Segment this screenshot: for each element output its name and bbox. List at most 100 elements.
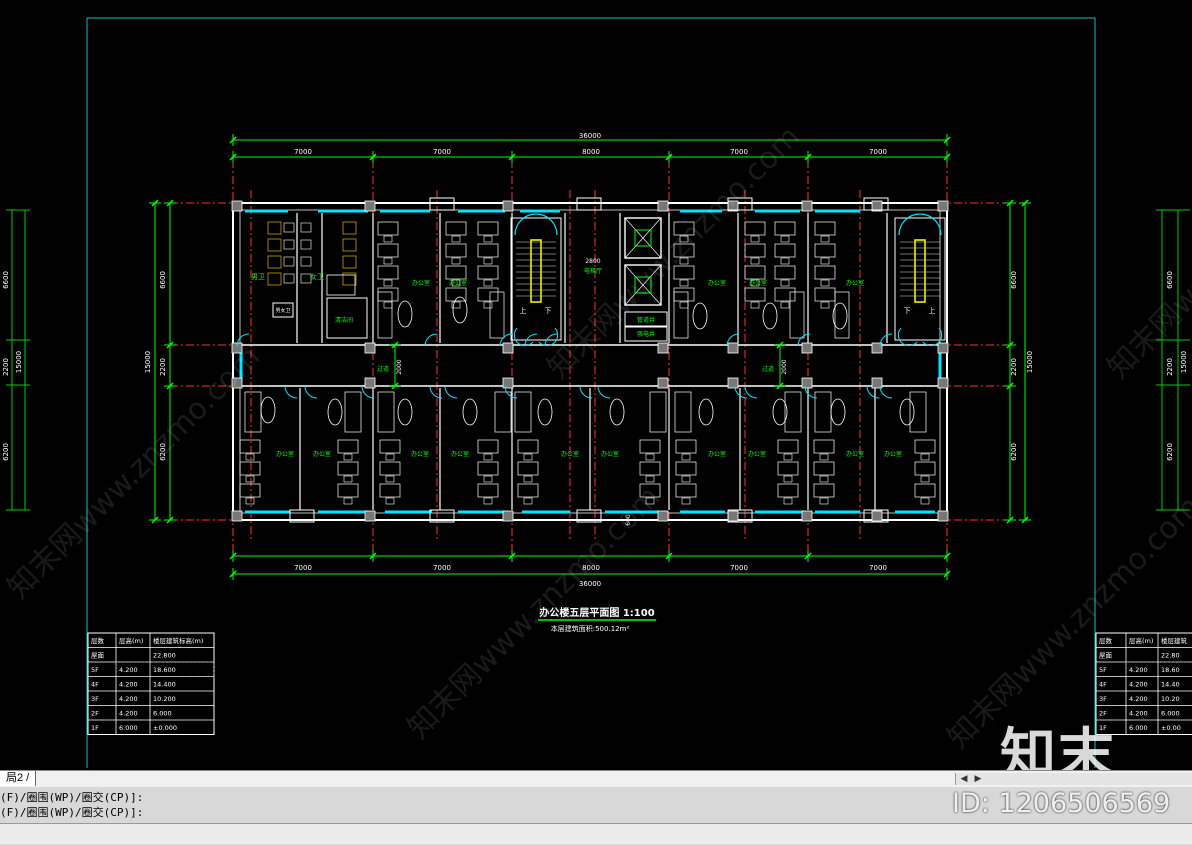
room-label-shaft-1: 管道井 xyxy=(637,316,655,324)
cabinet-north-4 xyxy=(789,291,805,339)
chair-n1-3 xyxy=(383,301,393,309)
dim-bottom-seg-2: 7000 xyxy=(433,564,451,572)
door-north-1 xyxy=(424,333,438,347)
desk-s1-0 xyxy=(239,439,261,454)
stair-handrail-right xyxy=(914,239,926,303)
chair-s10-1 xyxy=(920,475,930,483)
desk-s10-2 xyxy=(914,483,936,498)
table-border-left xyxy=(87,632,215,735)
room-label-womens-wc: 女卫 xyxy=(310,272,324,281)
stair-curve-right xyxy=(898,213,942,236)
toilet-women-1 xyxy=(342,221,357,235)
room-label-mens-wc: 男卫 xyxy=(251,273,265,281)
column-3-6 xyxy=(871,510,883,522)
cabinet-north-1 xyxy=(377,291,393,339)
chair-n5-1 xyxy=(820,257,830,265)
floor-elevation-table: 层数 层高(m) 楼层建筑标高(m) 屋面 22.800 5F 4.200 18.600 4F 4… xyxy=(87,632,215,735)
chair-s6-0 xyxy=(645,453,655,461)
horizontal-scrollbar[interactable]: ◀ ▶ xyxy=(955,773,1192,785)
desk-s9-1 xyxy=(813,461,835,476)
command-history-line-2: (F)/圈围(WP)/圈交(CP)]: xyxy=(0,806,144,819)
desk-n5-3 xyxy=(814,287,836,302)
room-label-office-s9: 办公室 xyxy=(846,450,864,458)
stair-up-left: 上 xyxy=(520,306,527,315)
scroll-left-icon[interactable]: ◀ xyxy=(958,773,970,785)
desk-n2b-3 xyxy=(477,287,499,302)
urinal-1 xyxy=(283,222,295,233)
urinal-2 xyxy=(283,239,295,250)
column-2-4 xyxy=(727,377,739,389)
table-cell-right-0-0: 屋面 xyxy=(1099,652,1113,660)
stair-door-b-left xyxy=(538,327,559,347)
watermark-layer: 知末网www.znzmo.com 知末网www.znzmo.com 知末网www… xyxy=(1,119,1192,755)
desk-n4-0 xyxy=(744,221,766,236)
room-label-office-s6: 办公室 xyxy=(601,450,619,458)
dim-left-seg-1: 6600 xyxy=(159,271,167,289)
tab-layout-2[interactable]: 局2 / xyxy=(0,771,37,786)
chair-s7-0 xyxy=(681,453,691,461)
table-cell-left-5-2: ±0.000 xyxy=(153,724,177,732)
scroll-right-icon[interactable]: ▶ xyxy=(972,773,984,785)
room-label-office-n5: 办公室 xyxy=(846,279,864,287)
column-2-2 xyxy=(502,377,514,389)
room-label-office-s5: 办公室 xyxy=(561,450,579,458)
column-1-1 xyxy=(364,342,376,354)
plant-south-7 xyxy=(698,398,714,426)
dim-top-seg-2: 7000 xyxy=(433,148,451,156)
table-header-right-1: 层高(m) xyxy=(1129,636,1153,645)
room-label-elevator-hall: 电梯厅 xyxy=(584,267,602,275)
cabinet-7 xyxy=(674,391,692,433)
column-2-7 xyxy=(937,377,949,389)
table-cell-left-5-1: 6.000 xyxy=(119,724,138,732)
chair-s1-0 xyxy=(245,453,255,461)
chair-n2b-2 xyxy=(483,279,493,287)
table-cell-right-2-2: 14.40 xyxy=(1161,681,1180,689)
desk-s2-1 xyxy=(337,461,359,476)
desk-s2-0 xyxy=(337,439,359,454)
chair-s9-2 xyxy=(819,497,829,505)
right-sheet-dim-text-1: 2200 xyxy=(1166,358,1174,376)
door-south-5 xyxy=(444,385,458,399)
cad-viewport[interactable]: 6600 2200 15000 6200 6600 2200 15000 6200 3600… xyxy=(0,0,1192,770)
area-note: 本层建筑面积:500.12m² xyxy=(551,624,630,633)
dim-top-seg-5: 7000 xyxy=(869,148,887,156)
column-2-5 xyxy=(801,377,813,389)
dim-right-seg-2: 2200 xyxy=(1010,358,1018,376)
table-cell-right-2-1: 4.200 xyxy=(1129,681,1148,689)
floor-plan-drawing[interactable]: 6600 2200 15000 6200 6600 2200 15000 6200 3600… xyxy=(0,0,1192,770)
table-cell-right-0-2: 22.80 xyxy=(1161,652,1180,660)
command-history-line-1: (F)/圈围(WP)/圈交(CP)]: xyxy=(0,791,144,804)
table-cell-left-4-0: 2F xyxy=(91,710,99,718)
dim-top-total: 36000 xyxy=(579,132,601,140)
stair-down-right: 下 xyxy=(904,307,911,315)
chair-s4-1 xyxy=(483,475,493,483)
column-0-2 xyxy=(502,200,514,212)
chair-s3-0 xyxy=(385,453,395,461)
table-cell-left-1-1: 4.200 xyxy=(119,666,138,674)
room-label-office-s2: 办公室 xyxy=(313,450,331,458)
command-input[interactable] xyxy=(0,823,1192,844)
plant-south-3 xyxy=(397,398,413,426)
chair-n1-1 xyxy=(383,257,393,265)
cabinet-9 xyxy=(814,391,832,433)
desk-s9-2 xyxy=(813,483,835,498)
table-cell-right-3-1: 4.200 xyxy=(1129,695,1148,703)
left-sheet-dim-text-0: 6600 xyxy=(2,271,10,289)
right-sheet-dimension-lines: 6600 2200 15000 6200 xyxy=(1156,209,1190,511)
dim-bottom-seg-5: 7000 xyxy=(869,564,887,572)
cabinet-10 xyxy=(909,391,927,433)
door-south-1 xyxy=(284,385,298,399)
plant-south-9 xyxy=(830,398,846,426)
plant-south-2 xyxy=(327,398,343,426)
column-3-4 xyxy=(727,510,739,522)
chair-s7-1 xyxy=(681,475,691,483)
table-cell-left-3-1: 4.200 xyxy=(119,695,138,703)
chair-n1-0 xyxy=(383,235,393,243)
desk-s5-2 xyxy=(517,483,539,498)
sink-3 xyxy=(300,256,312,267)
desk-n2-1 xyxy=(445,243,467,258)
chair-n1-2 xyxy=(383,279,393,287)
dim-top-seg-4: 7000 xyxy=(730,148,748,156)
desk-s6-0 xyxy=(639,439,661,454)
desk-n2b-0 xyxy=(477,221,499,236)
